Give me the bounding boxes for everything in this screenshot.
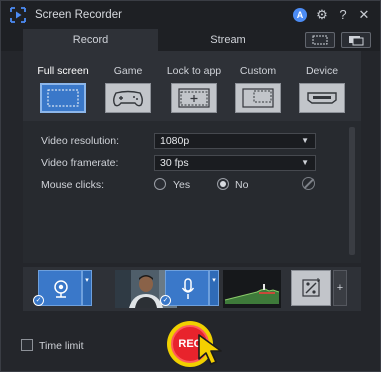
lock-to-app-icon	[171, 83, 217, 113]
framerate-label: Video framerate:	[41, 157, 119, 169]
effects-button[interactable]	[291, 270, 331, 306]
settings-scrollbar[interactable]	[349, 127, 355, 255]
settings-gear-icon[interactable]: ⚙	[314, 7, 330, 23]
effects-icon	[302, 278, 320, 297]
mouse-clicks-label: Mouse clicks:	[41, 179, 105, 191]
add-device-button[interactable]: +	[333, 270, 347, 306]
full-screen-icon	[40, 83, 86, 113]
audio-level-meter	[223, 270, 281, 308]
mouse-clicks-no-radio[interactable]	[217, 178, 229, 190]
time-limit-checkbox[interactable]	[21, 339, 33, 351]
mode-custom[interactable]: Custom	[229, 65, 287, 113]
microphone-enabled-check-icon: ✓	[160, 295, 171, 306]
tab-record[interactable]: Record	[23, 29, 158, 51]
mode-label: Device	[305, 65, 339, 77]
user-account-icon[interactable]: A	[293, 8, 307, 22]
mode-lock-to-app[interactable]: Lock to app	[164, 65, 224, 113]
help-icon[interactable]: ?	[335, 7, 351, 23]
mode-label: Game	[113, 65, 143, 77]
compact-view-icon	[349, 36, 364, 46]
audio-level-graph	[224, 284, 280, 304]
resolution-label: Video resolution:	[41, 135, 120, 147]
full-view-icon	[312, 35, 328, 45]
resolution-value: 1080p	[160, 135, 190, 147]
microphone-dropdown[interactable]: ▾	[209, 270, 219, 306]
framerate-select[interactable]: 30 fps ▼	[154, 155, 316, 171]
compact-view-button[interactable]	[341, 32, 371, 48]
webcam-enabled-check-icon: ✓	[33, 295, 44, 306]
webcam-button[interactable]	[38, 270, 82, 306]
mode-full-screen[interactable]: Full screen	[34, 65, 92, 113]
record-settings: Video resolution: 1080p ▼ Video framerat…	[23, 121, 361, 263]
recorder-window: Screen Recorder A ⚙ ? ✕ Record Stream Fu…	[0, 0, 381, 372]
close-icon[interactable]: ✕	[356, 7, 372, 23]
mode-label: Lock to app	[166, 65, 222, 77]
record-panel: Full screen Game Lock to app Custom Devi…	[23, 51, 361, 263]
mouse-clicks-yes-label: Yes	[173, 179, 191, 191]
webcam-icon	[54, 280, 68, 298]
app-title: Screen Recorder	[35, 9, 122, 21]
mode-device[interactable]: Device	[293, 65, 351, 113]
title-bar: Screen Recorder A ⚙ ? ✕	[1, 1, 380, 29]
time-limit-label: Time limit	[39, 340, 84, 352]
mouse-clicks-yes-radio[interactable]	[154, 178, 166, 190]
resolution-select[interactable]: 1080p ▼	[154, 133, 316, 149]
gamepad-icon	[105, 83, 151, 113]
microphone-button[interactable]	[165, 270, 209, 306]
mouse-clicks-no-label: No	[235, 179, 249, 191]
custom-area-icon	[235, 83, 281, 113]
tab-bar: Record Stream	[1, 29, 380, 51]
chevron-down-icon: ▼	[301, 158, 309, 167]
full-view-button[interactable]	[305, 32, 335, 48]
webcam-dropdown[interactable]: ▾	[82, 270, 92, 306]
tab-stream[interactable]: Stream	[158, 29, 298, 51]
mode-game[interactable]: Game	[99, 65, 157, 113]
mode-label: Full screen	[37, 65, 89, 77]
mode-label: Custom	[239, 65, 277, 77]
device-strip: ✓ ▾ ✓ ▾ +	[23, 267, 361, 311]
disabled-icon	[302, 177, 315, 190]
framerate-value: 30 fps	[160, 157, 189, 169]
pointer-cursor-icon	[198, 334, 222, 365]
hdmi-device-icon	[299, 83, 345, 113]
chevron-down-icon: ▼	[301, 136, 309, 145]
screen-recorder-logo-icon	[10, 7, 26, 23]
microphone-icon	[181, 278, 195, 299]
